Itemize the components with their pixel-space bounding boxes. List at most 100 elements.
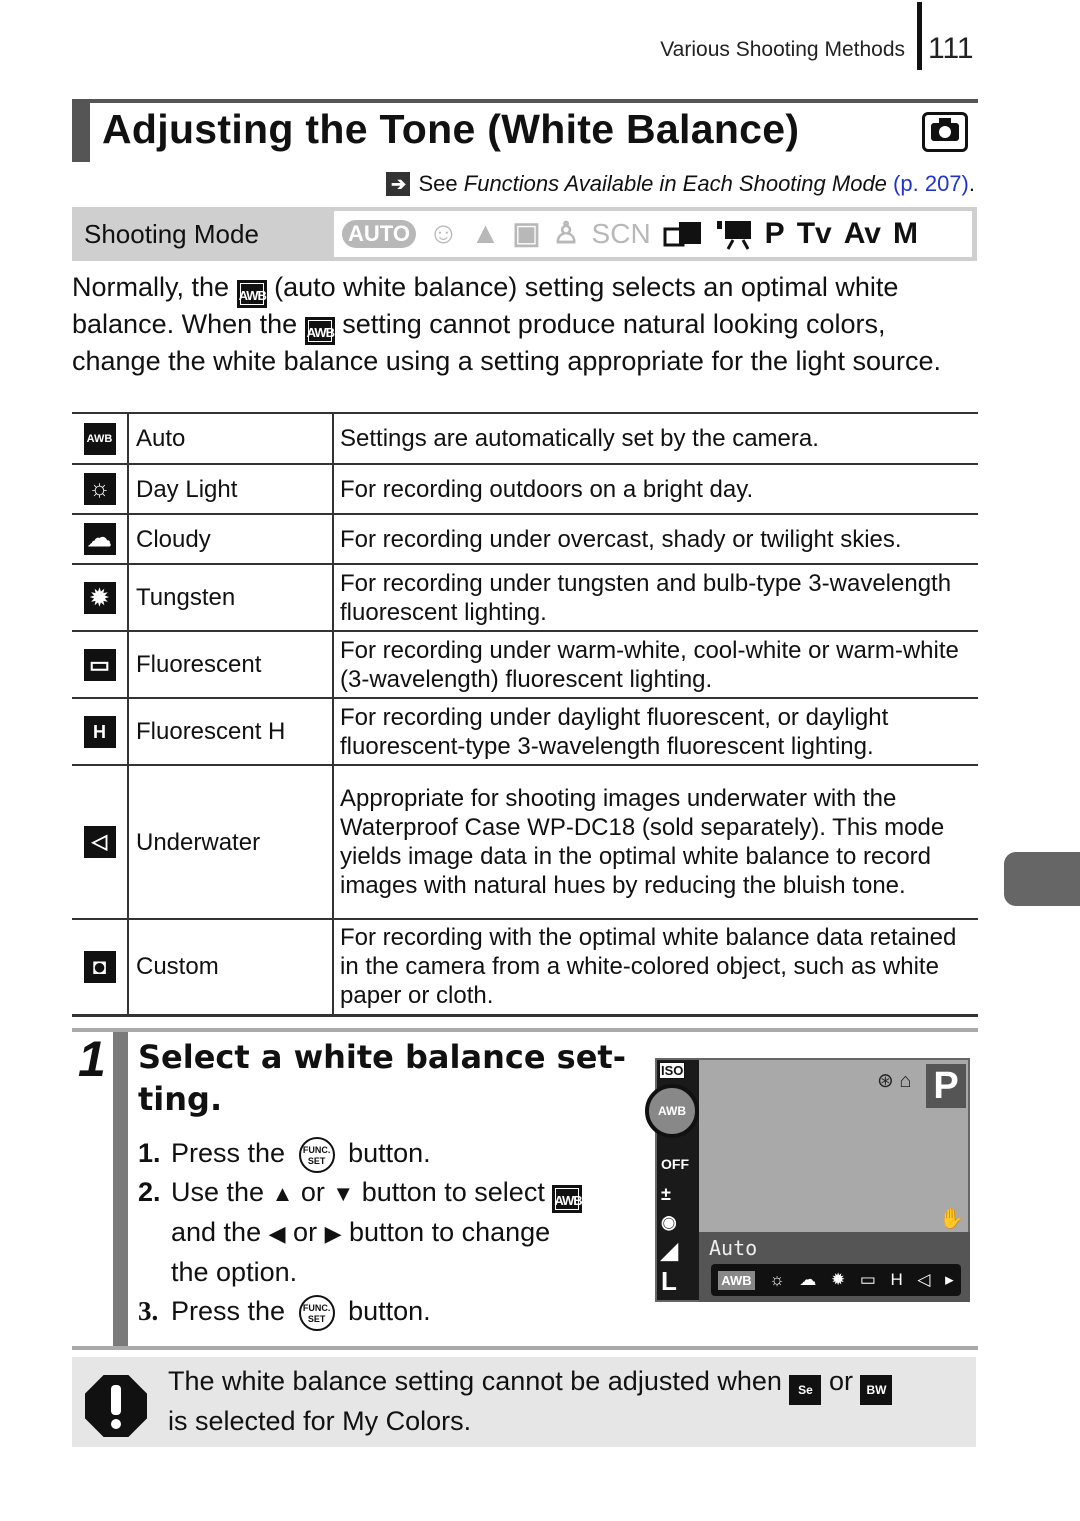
av-mode-icon: Av	[843, 217, 881, 250]
arrow-left-icon: ◀	[268, 1221, 286, 1246]
page-link[interactable]: (p. 207)	[893, 171, 969, 196]
setting-name: Tungsten	[128, 564, 334, 631]
setting-description: Settings are automatically set by the ca…	[340, 425, 819, 452]
item-text: or	[293, 1217, 318, 1247]
page-number: 111	[928, 32, 974, 65]
flash-off-icon: ⊛ ⌂	[877, 1070, 912, 1092]
step-title: Select a white balance set-ting.	[138, 1038, 626, 1118]
item-text: Press the	[171, 1138, 286, 1168]
see-italic: Functions Available in Each Shooting Mod…	[463, 171, 887, 196]
item-text: and the	[171, 1217, 262, 1247]
instruction-item: 3. Press the FUNC. SET button.	[138, 1292, 638, 1331]
metering-icon: ◉	[661, 1212, 677, 1232]
lcd-wb-strip: AWB ☼ ☁ ✹ ▭ H ◁ ▸	[711, 1264, 961, 1296]
lcd-mode-p: P	[926, 1064, 966, 1108]
cloudy-icon: ☁	[799, 1270, 817, 1289]
program-mode-icon: P	[764, 217, 785, 250]
intro-text-1: Normally, the	[72, 272, 230, 302]
table-row: AWB Auto Settings are automatically set …	[72, 413, 978, 464]
item-text: button to select	[361, 1177, 545, 1207]
arrow-down-icon: ▼	[332, 1181, 355, 1206]
camera-lcd-screen: ISO AWB OFF ± ◉ ◢ L ⊛ ⌂ P ✋ Auto AWB ☼ ☁…	[645, 1058, 970, 1302]
stitch-assist-icon	[663, 219, 703, 249]
setting-description: Appropriate for shooting images underwat…	[340, 785, 945, 899]
daylight-icon: ☼	[83, 473, 116, 505]
awb-icon: AWB	[718, 1270, 755, 1290]
warning-icon	[85, 1375, 147, 1437]
step-instructions: 1. Press the FUNC. SET button. 2. Use th…	[138, 1134, 638, 1331]
table-row: ▭ Fluorescent For recording under warm-w…	[72, 631, 978, 698]
item-number: 3.	[138, 1296, 159, 1326]
see-prefix: See	[418, 171, 458, 196]
item-text: button to change	[349, 1217, 551, 1247]
step-side-bar	[113, 1032, 128, 1346]
table-row: ✹ Tungsten For recording under tungsten …	[72, 564, 978, 631]
tungsten-icon: ✹	[83, 581, 116, 614]
setting-name: Cloudy	[128, 514, 334, 564]
awb-icon: AWB	[304, 317, 335, 345]
fluorescent-icon: ▭	[859, 1270, 876, 1289]
landscape-mode-icon: ▲	[470, 217, 501, 250]
shooting-mode-bar: Shooting Mode AUTO ☺ ▲ ▣ ♙ SCN P Tv Av M	[72, 207, 977, 261]
func-set-button-icon: FUNC. SET	[298, 1294, 335, 1331]
setting-description: For recording under overcast, shady or t…	[340, 525, 902, 553]
setting-description: For recording with the optimal white bal…	[340, 924, 957, 1010]
iso-icon: ISO	[659, 1062, 686, 1079]
lcd-selected-awb: AWB	[645, 1084, 699, 1138]
daylight-icon: ☼	[769, 1270, 785, 1289]
cloudy-icon: ☁	[83, 523, 116, 555]
instruction-item: 2. Use the ▲ or ▼ button to select AWB a…	[138, 1173, 638, 1292]
instruction-item: 1. Press the FUNC. SET button.	[138, 1134, 638, 1173]
custom-icon: ◘	[83, 950, 116, 983]
intro-paragraph: Normally, the AWB (auto white balance) s…	[72, 271, 977, 378]
note-text: The white balance setting cannot be adju…	[168, 1365, 968, 1438]
setting-name: Fluorescent H	[128, 698, 334, 765]
underwater-icon: ◁	[917, 1270, 931, 1289]
arrow-right-icon: ➔	[386, 172, 411, 196]
camera-icon	[922, 112, 968, 152]
table-row: ☼ Day Light For recording outdoors on a …	[72, 464, 978, 514]
shooting-mode-icons: AUTO ☺ ▲ ▣ ♙ SCN P Tv Av M	[334, 211, 972, 257]
tv-mode-icon: Tv	[796, 217, 832, 250]
note-text-1: The white balance setting cannot be adju…	[168, 1366, 782, 1396]
white-balance-table: AWB Auto Settings are automatically set …	[72, 412, 978, 1017]
movie-mode-icon	[715, 218, 753, 250]
see-suffix: .	[968, 171, 975, 196]
setting-name: Day Light	[128, 464, 334, 514]
awb-icon: AWB	[83, 422, 116, 455]
note-text-2: is selected for My Colors.	[168, 1406, 472, 1436]
arrow-right-icon: ▶	[324, 1221, 342, 1246]
shooting-mode-label: Shooting Mode	[84, 219, 259, 249]
table-row: ☁ Cloudy For recording under overcast, s…	[72, 514, 978, 564]
header-rule	[917, 2, 922, 70]
func-set-button-icon: FUNC. SET	[298, 1136, 335, 1173]
tungsten-icon: ✹	[831, 1270, 846, 1289]
auto-mode-icon: AUTO	[342, 220, 416, 248]
table-row: ◘ Custom For recording with the optimal …	[72, 919, 978, 1015]
item-text: or	[300, 1177, 325, 1207]
portrait-mode-icon: ☺	[427, 217, 459, 250]
setting-description: For recording outdoors on a bright day.	[340, 475, 754, 503]
caution-note: The white balance setting cannot be adju…	[72, 1357, 976, 1447]
flash-exposure-icon: ±	[661, 1184, 671, 1204]
self-timer-off-icon: OFF	[661, 1156, 689, 1172]
scn-mode-icon: SCN	[591, 218, 651, 249]
resolution-icon: L	[661, 1266, 677, 1296]
fluorescent-h-icon: H	[890, 1270, 903, 1289]
underwater-icon: ◁	[83, 826, 116, 858]
table-row: ◁ Underwater Appropriate for shooting im…	[72, 765, 978, 919]
section-header: Various Shooting Methods	[660, 38, 905, 61]
manual-mode-icon: M	[892, 217, 918, 250]
special-scene-icon: ▣	[512, 217, 541, 250]
item-text: the option.	[171, 1257, 298, 1287]
image-stabilizer-icon: ✋	[939, 1208, 964, 1230]
step-bottom-rule	[72, 1346, 978, 1350]
scroll-right-icon: ▸	[945, 1270, 954, 1289]
step-number: 1	[78, 1031, 106, 1087]
kids-pets-icon: ♙	[552, 217, 580, 250]
black-white-icon: BW	[860, 1375, 893, 1405]
item-number: 1.	[138, 1138, 161, 1168]
setting-name: Auto	[128, 413, 334, 464]
lcd-wb-label: Auto	[709, 1236, 758, 1260]
chapter-tab	[1004, 852, 1080, 906]
